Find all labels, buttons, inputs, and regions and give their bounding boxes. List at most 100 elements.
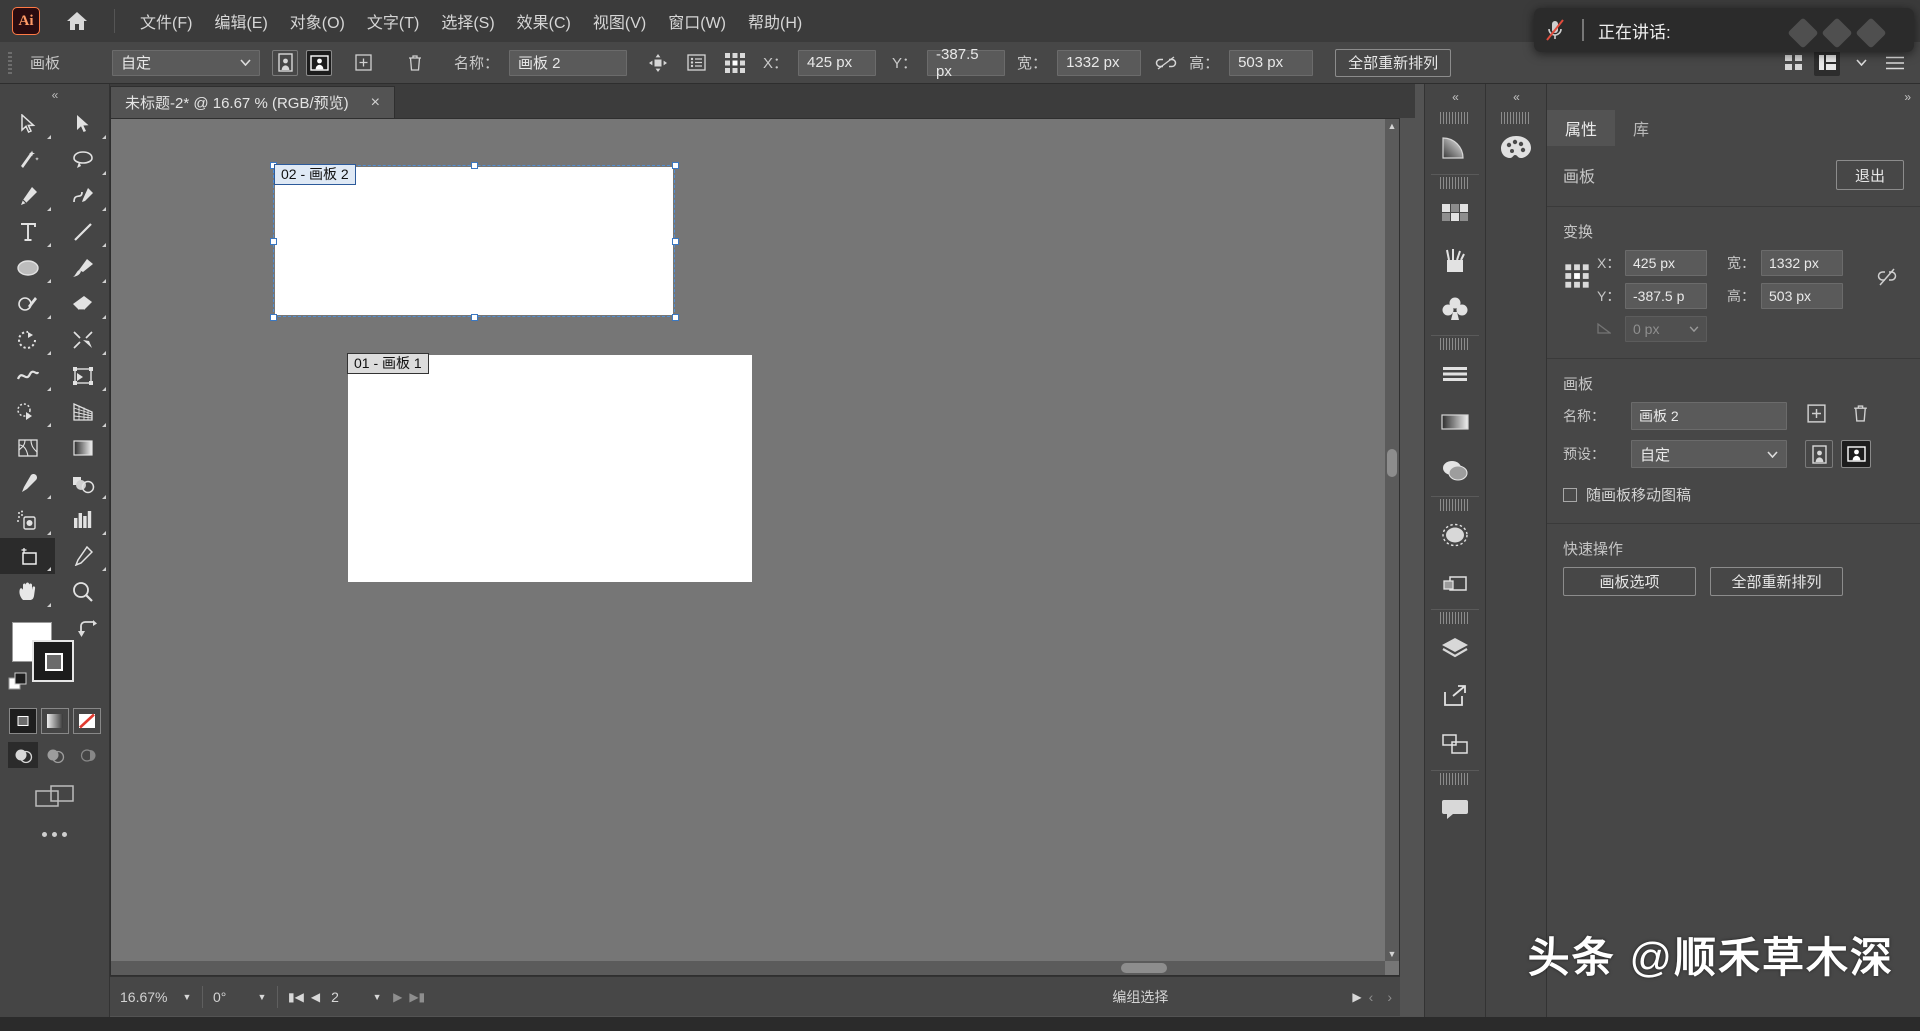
paintbrush-tool[interactable] xyxy=(55,250,110,286)
default-fill-stroke-icon[interactable] xyxy=(8,672,30,692)
chevron-right-icon[interactable]: › xyxy=(1387,989,1392,1005)
collapse-right-icon[interactable]: « xyxy=(1425,84,1485,110)
hand-tool[interactable] xyxy=(0,574,55,610)
vertical-scrollbar[interactable]: ▲ ▼ xyxy=(1385,119,1399,961)
dock-grip-2[interactable] xyxy=(1501,112,1531,124)
tab-properties[interactable]: 属性 xyxy=(1547,110,1616,146)
gradient-mode-icon[interactable] xyxy=(40,708,69,734)
stroke-panel-icon[interactable] xyxy=(1425,398,1485,446)
eraser-tool[interactable] xyxy=(55,286,110,322)
type-tool[interactable] xyxy=(0,214,55,250)
expand-panel-icon[interactable]: » xyxy=(1547,84,1920,110)
scroll-down-icon[interactable]: ▼ xyxy=(1385,947,1399,961)
lasso-tool[interactable] xyxy=(55,142,110,178)
handle-tc[interactable] xyxy=(471,162,478,169)
home-icon[interactable] xyxy=(56,0,98,42)
preset-select[interactable]: 自定 xyxy=(112,49,260,76)
document-tab[interactable]: 未标题-2* @ 16.67 % (RGB/预览) × xyxy=(110,86,395,118)
rearrange-all-button[interactable]: 全部重新排列 xyxy=(1335,48,1452,77)
artboard-name-input[interactable]: 画板 2 xyxy=(1631,402,1787,430)
line-segment-tool[interactable] xyxy=(55,214,110,250)
gradient-tool[interactable] xyxy=(55,430,110,466)
draw-behind-icon[interactable] xyxy=(40,742,70,768)
move-artboard-icon[interactable] xyxy=(645,50,671,76)
height-input[interactable]: 503 px xyxy=(1761,283,1843,309)
zoom-tool[interactable] xyxy=(55,574,110,610)
artboard-01[interactable] xyxy=(348,355,752,582)
handle-tr[interactable] xyxy=(672,162,679,169)
rotation-field[interactable]: 0° xyxy=(209,985,253,1009)
rotation-dropdown-icon[interactable]: ▼ xyxy=(253,992,271,1002)
scale-tool[interactable] xyxy=(55,322,110,358)
new-artboard-button[interactable] xyxy=(350,50,376,76)
artboard-options-icon[interactable] xyxy=(683,50,709,76)
blend-tool[interactable] xyxy=(55,466,110,502)
ellipse-tool[interactable] xyxy=(0,250,55,286)
delete-artboard-button[interactable] xyxy=(1852,404,1869,428)
column-graph-tool[interactable] xyxy=(55,502,110,538)
perspective-grid-tool[interactable] xyxy=(55,394,110,430)
collapse-right-icon-2[interactable]: « xyxy=(1486,84,1546,110)
rotate-tool[interactable] xyxy=(0,322,55,358)
y-input[interactable]: -387.5 px xyxy=(927,46,1006,80)
vertical-scroll-thumb[interactable] xyxy=(1387,449,1397,477)
more-tools-icon[interactable] xyxy=(0,832,109,837)
horizontal-scroll-thumb[interactable] xyxy=(1121,963,1167,973)
unlink-icon[interactable] xyxy=(1153,50,1179,76)
curvature-tool[interactable] xyxy=(55,178,110,214)
orientation-portrait-button[interactable] xyxy=(272,49,298,76)
height-input[interactable]: 503 px xyxy=(1229,49,1314,76)
prev-artboard-icon[interactable]: ◀ xyxy=(311,990,320,1004)
comments-panel-icon[interactable] xyxy=(1425,785,1485,833)
screen-mode-icon[interactable] xyxy=(0,782,109,810)
grid-view-icon[interactable] xyxy=(1780,50,1806,76)
artboard-dropdown-icon[interactable]: ▼ xyxy=(368,992,386,1002)
width-input[interactable]: 1332 px xyxy=(1057,49,1142,76)
canvas[interactable]: 02 - 画板 2 01 - 画板 1 ▲ ▼ xyxy=(110,118,1400,976)
scroll-up-icon[interactable]: ▲ xyxy=(1385,119,1399,133)
angle-input[interactable]: 0 px xyxy=(1625,316,1707,342)
mesh-tool[interactable] xyxy=(0,430,55,466)
close-icon[interactable]: × xyxy=(371,94,380,112)
appearance-panel-icon[interactable] xyxy=(1425,511,1485,559)
pathfinder-panel-icon[interactable] xyxy=(1425,559,1485,607)
first-artboard-icon[interactable]: ▮◀ xyxy=(288,990,304,1004)
reference-point-icon[interactable] xyxy=(721,50,749,76)
horizontal-scrollbar[interactable] xyxy=(111,961,1385,975)
move-artwork-checkbox[interactable] xyxy=(1563,487,1577,502)
transparency-panel-icon[interactable] xyxy=(1425,446,1485,494)
x-input[interactable]: 425 px xyxy=(1625,250,1707,276)
artboard-tool[interactable] xyxy=(0,538,55,574)
swap-fill-stroke-icon[interactable] xyxy=(78,620,98,643)
symbol-sprayer-tool[interactable] xyxy=(0,502,55,538)
eyedropper-tool[interactable] xyxy=(0,466,55,502)
asset-export-panel-icon[interactable] xyxy=(1425,672,1485,720)
exit-button[interactable]: 退出 xyxy=(1835,160,1904,190)
menu-item-file[interactable]: 文件(F) xyxy=(129,4,203,38)
menu-item-type[interactable]: 文字(T) xyxy=(356,4,430,38)
handle-ml[interactable] xyxy=(270,238,277,245)
x-input[interactable]: 425 px xyxy=(798,49,877,76)
move-artwork-row[interactable]: 随画板移动图稿 xyxy=(1547,484,1920,505)
zoom-level-field[interactable]: 16.67% xyxy=(116,985,178,1009)
app-logo[interactable]: Ai xyxy=(12,7,40,35)
artboards-panel-icon[interactable] xyxy=(1425,720,1485,768)
menu-item-view[interactable]: 视图(V) xyxy=(582,4,657,38)
orientation-landscape-button[interactable] xyxy=(306,49,332,76)
dock-grip[interactable] xyxy=(1440,112,1470,124)
free-transform-tool[interactable] xyxy=(55,358,110,394)
last-artboard-icon[interactable]: ▶▮ xyxy=(409,990,425,1004)
speaking-toast[interactable]: 正在讲话: xyxy=(1534,8,1914,52)
handle-mr[interactable] xyxy=(672,238,679,245)
draw-inside-icon[interactable] xyxy=(72,742,102,768)
next-artboard-icon[interactable]: ▶ xyxy=(393,990,402,1004)
symbols-panel-icon[interactable] xyxy=(1425,285,1485,333)
rearrange-all-button[interactable]: 全部重新排列 xyxy=(1710,567,1843,596)
artboard-number-field[interactable]: 2 xyxy=(327,985,361,1009)
menu-item-effect[interactable]: 效果(C) xyxy=(506,4,582,38)
play-icon[interactable]: ▶ xyxy=(1352,990,1361,1004)
handle-bc[interactable] xyxy=(471,314,478,321)
new-artboard-button[interactable] xyxy=(1807,404,1826,428)
handle-br[interactable] xyxy=(672,314,679,321)
none-mode-icon[interactable] xyxy=(72,708,101,734)
